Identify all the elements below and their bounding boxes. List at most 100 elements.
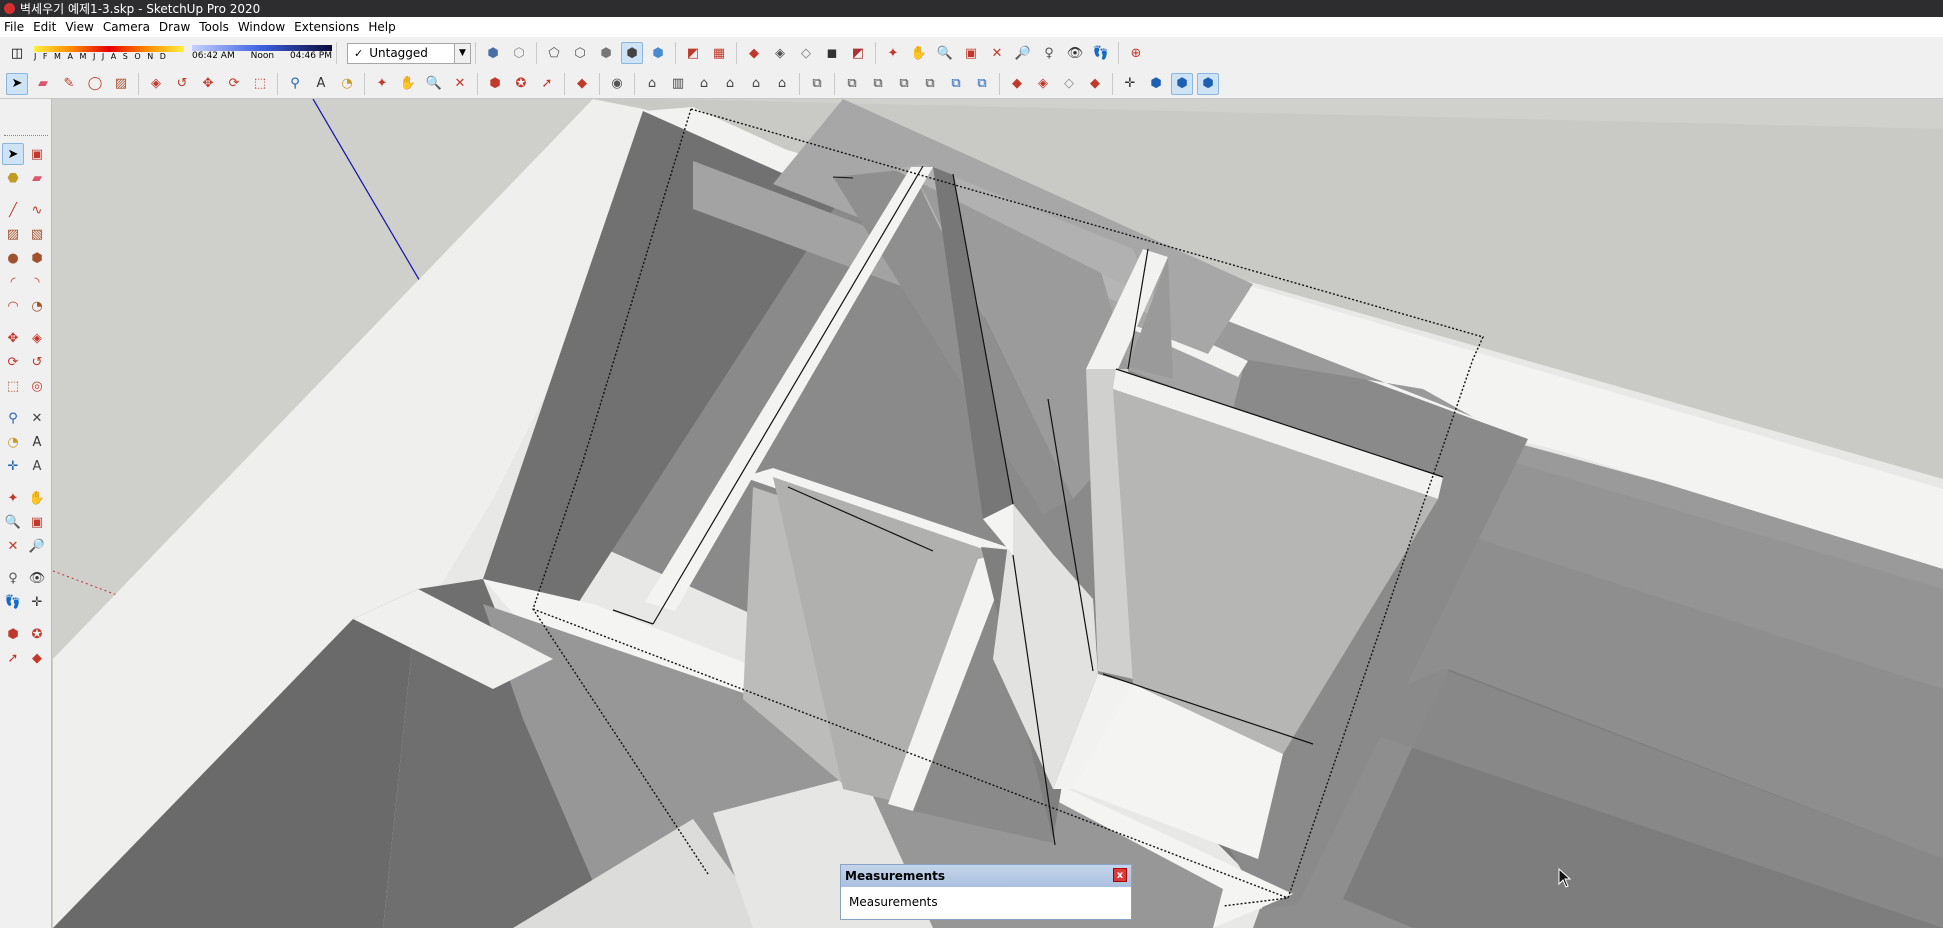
3d-viewport[interactable] (53, 99, 1943, 928)
eraser-icon[interactable]: ▰ (32, 73, 54, 95)
section-plane-icon[interactable]: ✛ (26, 591, 48, 613)
sandbox-stamp-icon[interactable]: ◆ (1084, 73, 1106, 95)
axes-icon[interactable]: ✛ (1119, 73, 1141, 95)
protractor-icon[interactable]: ◔ (336, 73, 358, 95)
backedge-icon[interactable]: ⬢ (1171, 72, 1193, 95)
orbit-icon[interactable]: ✦ (371, 73, 393, 95)
tape-measure-icon[interactable]: ⚲ (2, 407, 24, 429)
eraser-icon[interactable]: ▰ (26, 167, 48, 189)
sandbox-from-scratch-icon[interactable]: ◈ (1032, 73, 1054, 95)
zoom-previous-icon[interactable]: 🔎 (26, 535, 48, 557)
orbit-icon[interactable]: ✦ (2, 487, 24, 509)
shadow-toggle-icon[interactable]: ◫ (6, 42, 28, 64)
sandbox-smoove-icon[interactable]: ◇ (1058, 73, 1080, 95)
component-red-icon[interactable]: ◆ (743, 42, 765, 64)
push-pull-icon[interactable]: ◈ (26, 327, 48, 349)
backedge-style-icon[interactable]: ⬡ (508, 42, 530, 64)
menu-file[interactable]: File (0, 20, 29, 34)
menu-view[interactable]: View (61, 20, 98, 34)
left-view-icon[interactable]: ⌂ (771, 73, 793, 95)
globe-icon[interactable]: ⊕ (1125, 42, 1147, 64)
menu-help[interactable]: Help (364, 20, 400, 34)
polygon-icon[interactable]: ⬢ (26, 247, 48, 269)
axes-icon[interactable]: ✛ (2, 455, 24, 477)
shapes-icon[interactable]: ◯ (84, 73, 106, 95)
menu-camera[interactable]: Camera (99, 20, 155, 34)
move-icon[interactable]: ✥ (197, 73, 219, 95)
menu-extensions[interactable]: Extensions (290, 20, 364, 34)
section-cut-icon[interactable]: ▦ (708, 42, 730, 64)
line-icon[interactable]: ╱ (2, 199, 24, 221)
paint-bucket-icon[interactable]: ⬣ (2, 167, 24, 189)
send-to-layout-icon[interactable]: ➚ (2, 647, 24, 669)
measurements-box[interactable]: Measurements x Measurements (840, 864, 1132, 920)
monochrome-style-icon[interactable]: ⬢ (647, 42, 669, 64)
shadow-time-slider[interactable]: 06:42 AM Noon 04:46 PM (192, 45, 332, 61)
arc-3pt-icon[interactable]: ◠ (2, 295, 24, 317)
user-icon[interactable]: ◉ (606, 73, 628, 95)
move-icon[interactable]: ✥ (2, 327, 24, 349)
shaded-style-icon[interactable]: ⬢ (595, 42, 617, 64)
shadow-date-slider[interactable]: J F M A M J J A S O N D (34, 45, 184, 61)
sandbox-from-contours-icon[interactable]: ◆ (1006, 73, 1028, 95)
iso-view-icon[interactable]: ⌂ (641, 73, 663, 95)
zoom-window-icon[interactable]: ▣ (960, 42, 982, 64)
select-icon[interactable]: ➤ (6, 72, 28, 95)
component-red2-icon[interactable]: ◩ (847, 42, 869, 64)
text-icon[interactable]: A (310, 73, 332, 95)
component-dark-icon[interactable]: ◼ (821, 42, 843, 64)
component-gray-icon[interactable]: ◈ (769, 42, 791, 64)
walk-icon[interactable]: 👣 (2, 591, 24, 613)
solid-union-icon[interactable]: ⧉ (893, 73, 915, 95)
circle-icon[interactable]: ● (2, 247, 24, 269)
tag-dropdown[interactable]: ✓ Untagged ▼ (347, 42, 471, 64)
orbit-icon[interactable]: ✦ (882, 42, 904, 64)
offset-icon[interactable]: ◎ (26, 375, 48, 397)
measurements-label[interactable]: Measurements (841, 887, 1131, 909)
solid-intersect-icon[interactable]: ⧉ (867, 73, 889, 95)
dimension-icon[interactable]: ✕ (26, 407, 48, 429)
pie-icon[interactable]: ◔ (26, 295, 48, 317)
wireframe-style-icon[interactable]: ⬠ (543, 42, 565, 64)
front-view-icon[interactable]: ⌂ (693, 73, 715, 95)
freehand-icon[interactable]: ∿ (26, 199, 48, 221)
warehouse-icon[interactable]: ⬢ (2, 623, 24, 645)
wireframe-icon[interactable]: ⬢ (1197, 72, 1219, 95)
pan-icon[interactable]: ✋ (397, 73, 419, 95)
look-around-icon[interactable]: 👁 (1064, 42, 1086, 64)
component-outline-icon[interactable]: ◇ (795, 42, 817, 64)
push-pull-icon[interactable]: ◈ (145, 73, 167, 95)
close-icon[interactable]: x (1113, 868, 1127, 882)
position-camera-icon[interactable]: ♀ (1038, 42, 1060, 64)
rotate-icon[interactable]: ⟳ (2, 351, 24, 373)
rotated-rectangle-icon[interactable]: ▧ (26, 223, 48, 245)
walk-icon[interactable]: 👣 (1090, 42, 1112, 64)
send-to-layout-icon[interactable]: ➚ (536, 73, 558, 95)
group-icon[interactable]: ⧉ (806, 73, 828, 95)
scale-icon[interactable]: ⬚ (249, 73, 271, 95)
top-view-icon[interactable]: ▥ (667, 73, 689, 95)
ruby-icon[interactable]: ◆ (26, 647, 48, 669)
pencil-icon[interactable]: ✎ (58, 73, 80, 95)
ruby-icon[interactable]: ◆ (571, 73, 593, 95)
position-camera-icon[interactable]: ♀ (2, 567, 24, 589)
right-view-icon[interactable]: ⌂ (719, 73, 741, 95)
menu-draw[interactable]: Draw (155, 20, 195, 34)
hidden-line-style-icon[interactable]: ⬡ (569, 42, 591, 64)
menu-edit[interactable]: Edit (29, 20, 61, 34)
zoom-extents-icon[interactable]: ✕ (2, 535, 24, 557)
look-around-icon[interactable]: 👁 (26, 567, 48, 589)
zoom-previous-icon[interactable]: 🔎 (1012, 42, 1034, 64)
tape-measure-icon[interactable]: ⚲ (284, 73, 306, 95)
solid-outer-shell-icon[interactable]: ⧉ (841, 73, 863, 95)
zoom-window-icon[interactable]: ▣ (26, 511, 48, 533)
pan-icon[interactable]: ✋ (26, 487, 48, 509)
follow-me-icon[interactable]: ↺ (26, 351, 48, 373)
xray-icon[interactable]: ⬢ (1145, 73, 1167, 95)
scale-icon[interactable]: ⬚ (2, 375, 24, 397)
solid-split-icon[interactable]: ⧉ (971, 73, 993, 95)
zoom-icon[interactable]: 🔍 (423, 73, 445, 95)
zoom-extents-icon[interactable]: ✕ (449, 73, 471, 95)
arc-2pt-icon[interactable]: ◝ (26, 271, 48, 293)
menu-window[interactable]: Window (234, 20, 290, 34)
